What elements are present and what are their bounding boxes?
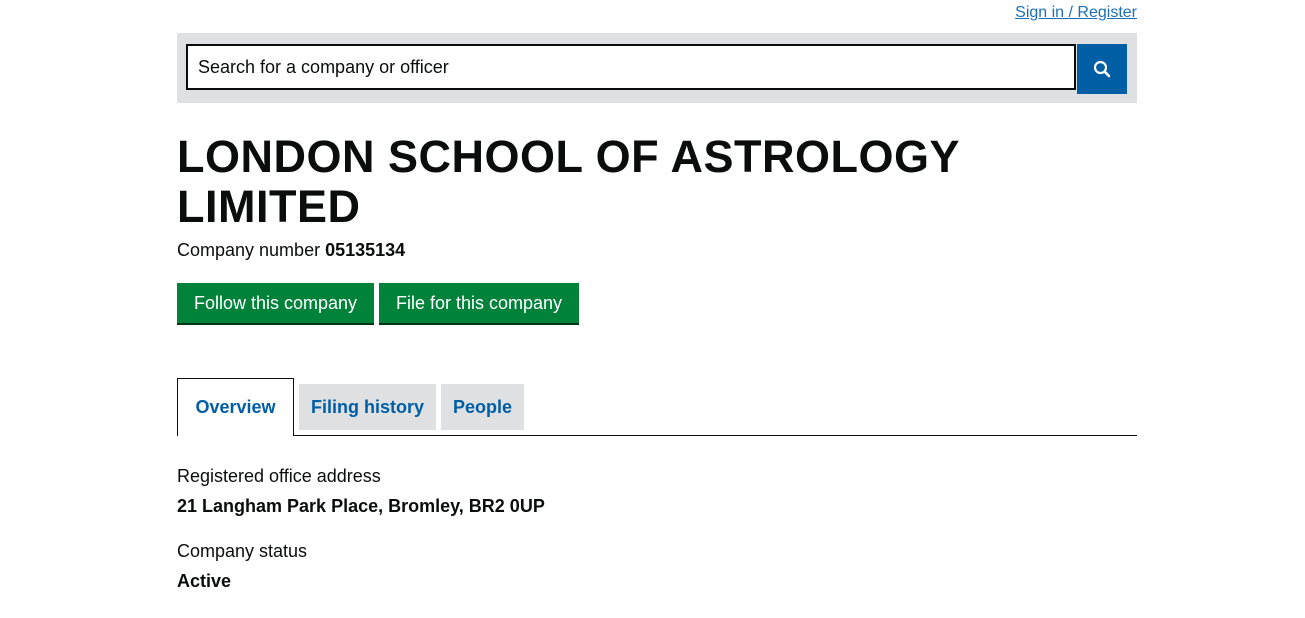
company-status-value: Active: [177, 571, 232, 591]
search-input[interactable]: [186, 44, 1076, 90]
company-status-label: Company status: [177, 541, 308, 561]
page-title: LONDON SCHOOL OF ASTROLOGY LIMITED: [177, 131, 960, 232]
tab-people[interactable]: People: [441, 384, 524, 430]
file-for-company-button[interactable]: File for this company: [379, 283, 579, 323]
company-number: Company number 05135134: [177, 239, 405, 261]
tabs-divider: [177, 435, 1137, 436]
registered-office-value: 21 Langham Park Place, Bromley, BR2 0UP: [177, 496, 545, 516]
tab-filing-history[interactable]: Filing history: [299, 384, 436, 430]
registered-office-label: Registered office address: [177, 466, 381, 486]
tab-overview[interactable]: Overview: [177, 378, 294, 436]
search-button[interactable]: [1077, 44, 1127, 94]
follow-company-button[interactable]: Follow this company: [177, 283, 374, 323]
search-bar: [177, 33, 1137, 103]
signin-register-link[interactable]: Sign in / Register: [1015, 4, 1137, 22]
company-number-value: 05135134: [325, 240, 406, 260]
company-number-label: Company number: [177, 240, 321, 260]
search-icon: [1093, 60, 1111, 78]
